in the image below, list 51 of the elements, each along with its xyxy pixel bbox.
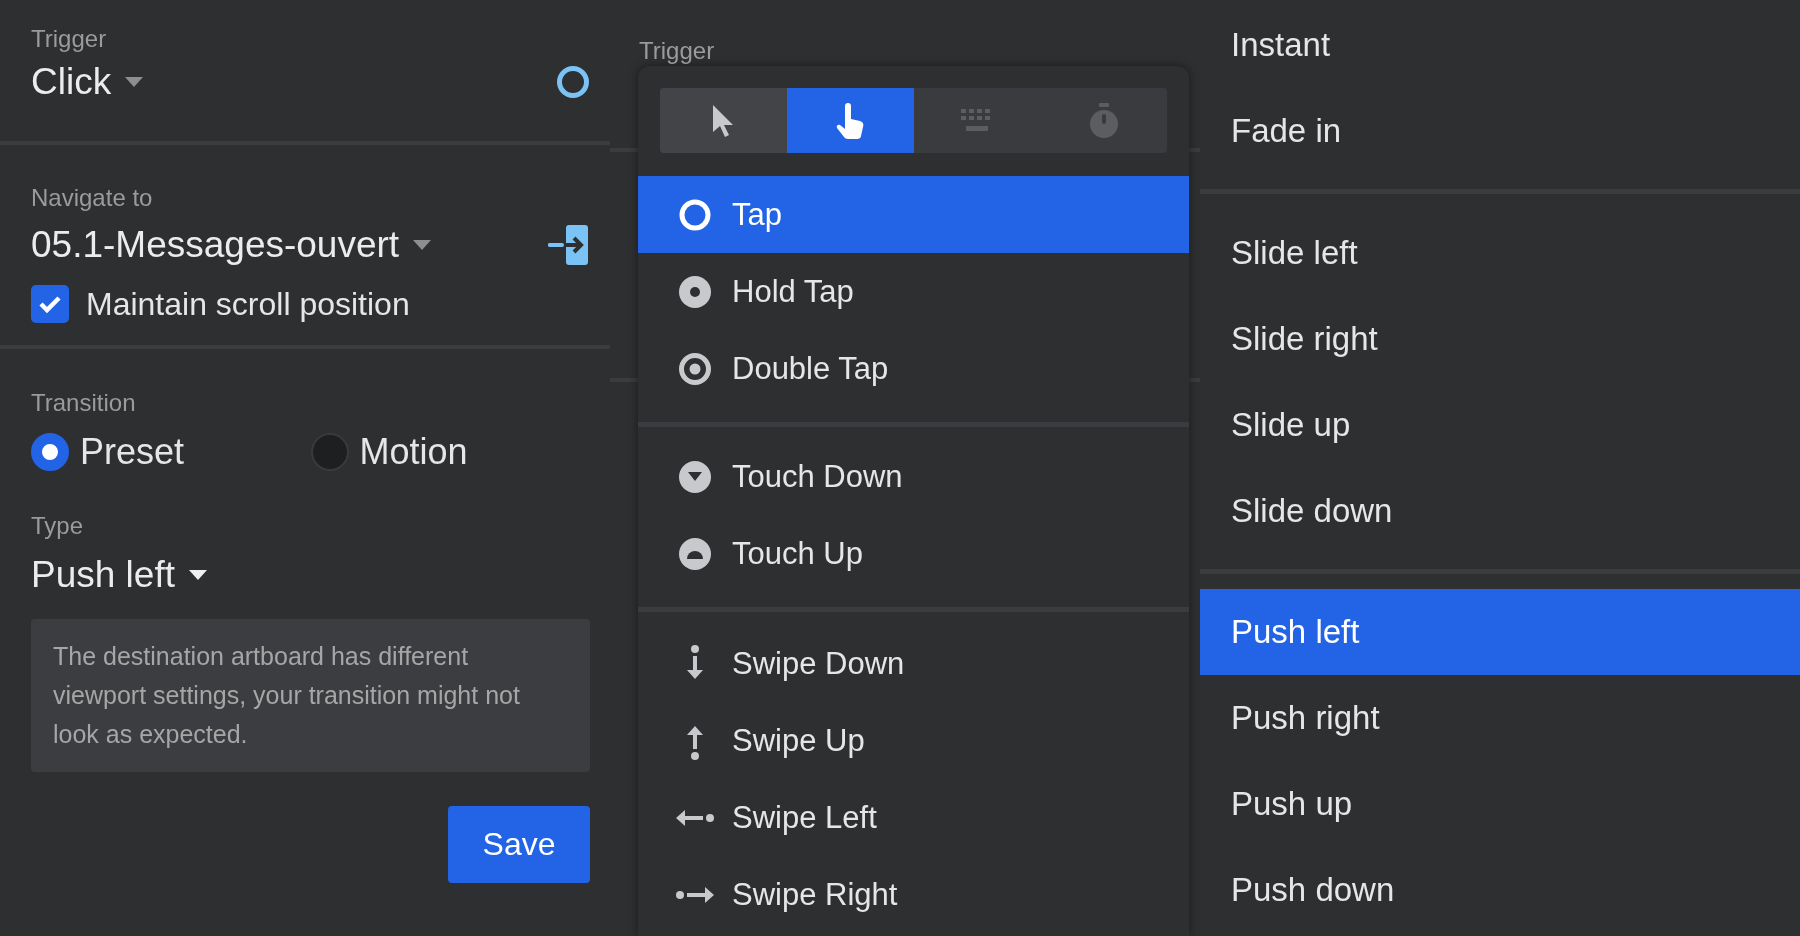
menu-item[interactable]: Double Tap [638,330,1189,407]
caret-icon [413,240,432,250]
ring-icon [678,197,712,232]
menu-item[interactable]: Swipe Left [638,779,1189,856]
menu-item[interactable]: Touch Up [638,515,1189,592]
radio-button[interactable] [31,433,69,471]
trigger-label: Trigger [639,36,715,66]
target-icon [678,351,712,386]
menu-item[interactable]: Swipe Down [638,625,1189,702]
menu-item[interactable]: Touch Down [638,438,1189,515]
menu-item[interactable]: Push left [1200,589,1800,675]
type-dropdown[interactable]: Push left [31,554,207,596]
menu-item[interactable]: Fade in [1200,88,1800,174]
dot-circle-icon [678,274,712,309]
ring-icon [556,65,590,99]
trigger-type-tab[interactable] [660,88,787,153]
trigger-type-tab[interactable] [786,88,914,153]
navigate-icon [548,225,590,265]
radio-label: Motion [359,431,468,473]
menu-item[interactable]: Tap [638,176,1189,253]
check-icon [38,294,62,314]
trigger-dropdown[interactable]: Click [31,61,144,103]
menu-item[interactable]: Hold Tap [638,253,1189,330]
type-label: Type [31,511,84,541]
menu-item[interactable]: Slide up [1200,382,1800,468]
menu-item[interactable]: Swipe Up [638,702,1189,779]
checkbox-label: Maintain scroll position [86,285,410,323]
menu-item[interactable]: Slide left [1200,210,1800,296]
navigate-label: Navigate to [31,183,153,213]
radio-label: Preset [80,431,185,473]
menu-item[interactable]: Push down [1200,847,1800,933]
down-circle-icon [678,459,712,494]
stopwatch-icon [1088,102,1119,139]
navigate-dropdown[interactable]: 05.1-Messages-ouvert [31,224,432,266]
caret-icon [189,570,207,580]
warning-note: The destination artboard has different viewport settings, your transition might not look as expected. [31,619,590,772]
menu-item[interactable]: Push up [1200,761,1800,847]
checkbox[interactable] [31,285,69,323]
transition-label: Transition [31,388,136,418]
save-button[interactable]: Save [448,806,590,883]
up-circle-icon [678,536,712,571]
menu-item[interactable]: Swipe Right [638,856,1189,933]
menu-item[interactable]: Slide right [1200,296,1800,382]
menu-item[interactable]: Instant [1200,2,1800,88]
menu-item[interactable]: Slide down [1200,468,1800,554]
caret-icon [125,77,144,87]
radio-button[interactable] [310,433,349,471]
trigger-label: Trigger [31,24,107,54]
pointer-icon [711,103,736,138]
hand-icon [835,101,866,140]
menu-item[interactable]: Push right [1200,675,1800,761]
